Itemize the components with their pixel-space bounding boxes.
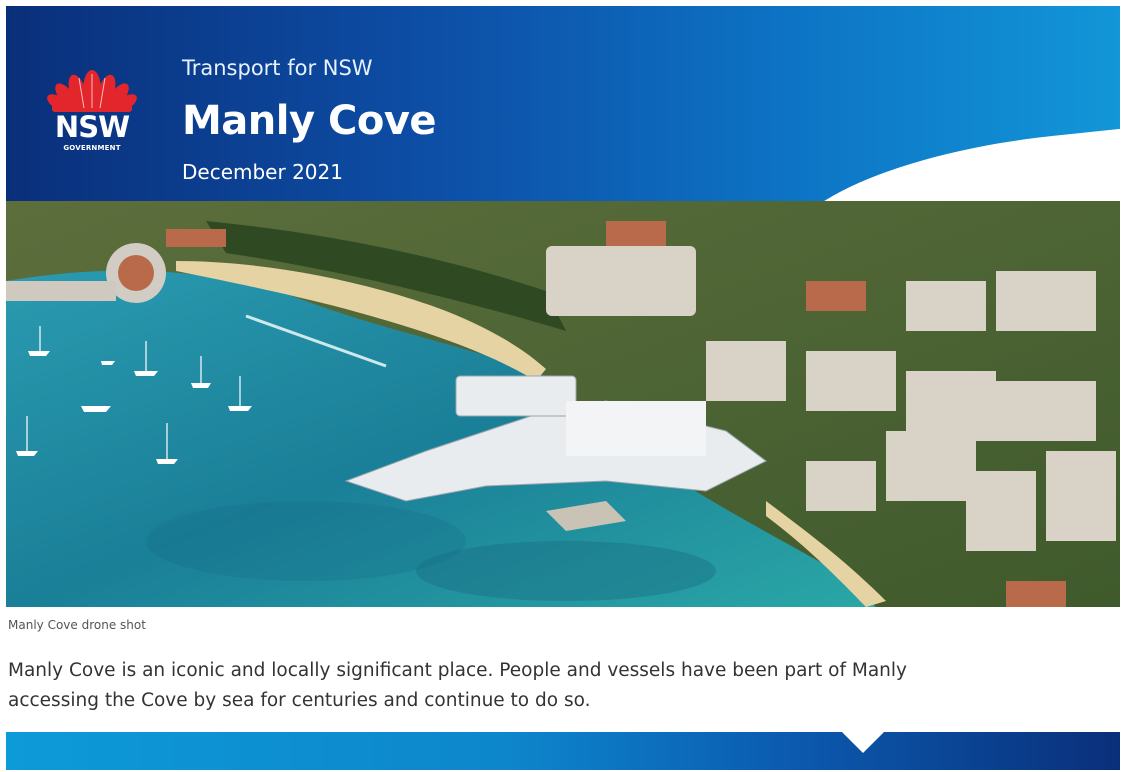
header-curve-decoration <box>774 127 1120 202</box>
footer-band <box>6 732 1120 770</box>
publication-date: December 2021 <box>182 160 343 184</box>
organisation-name: Transport for NSW <box>182 56 373 80</box>
aerial-photo <box>6 201 1120 607</box>
nsw-government-logo: NSW GOVERNMENT <box>46 62 138 158</box>
intro-line-1: Manly Cove is an iconic and locally sign… <box>8 660 907 681</box>
footer-notch-decoration <box>838 732 888 754</box>
page-title: Manly Cove <box>182 98 437 144</box>
header-band: NSW GOVERNMENT Transport for NSW Manly C… <box>6 6 1120 202</box>
logo-wordmark: NSW <box>54 110 130 144</box>
waratah-icon <box>47 70 137 112</box>
logo-subtitle: GOVERNMENT <box>63 144 121 152</box>
intro-paragraph: Manly Cove is an iconic and locally sign… <box>8 656 1108 716</box>
photo-caption: Manly Cove drone shot <box>8 618 146 632</box>
document-page: NSW GOVERNMENT Transport for NSW Manly C… <box>0 0 1126 772</box>
intro-line-2: accessing the Cove by sea for centuries … <box>8 690 591 711</box>
